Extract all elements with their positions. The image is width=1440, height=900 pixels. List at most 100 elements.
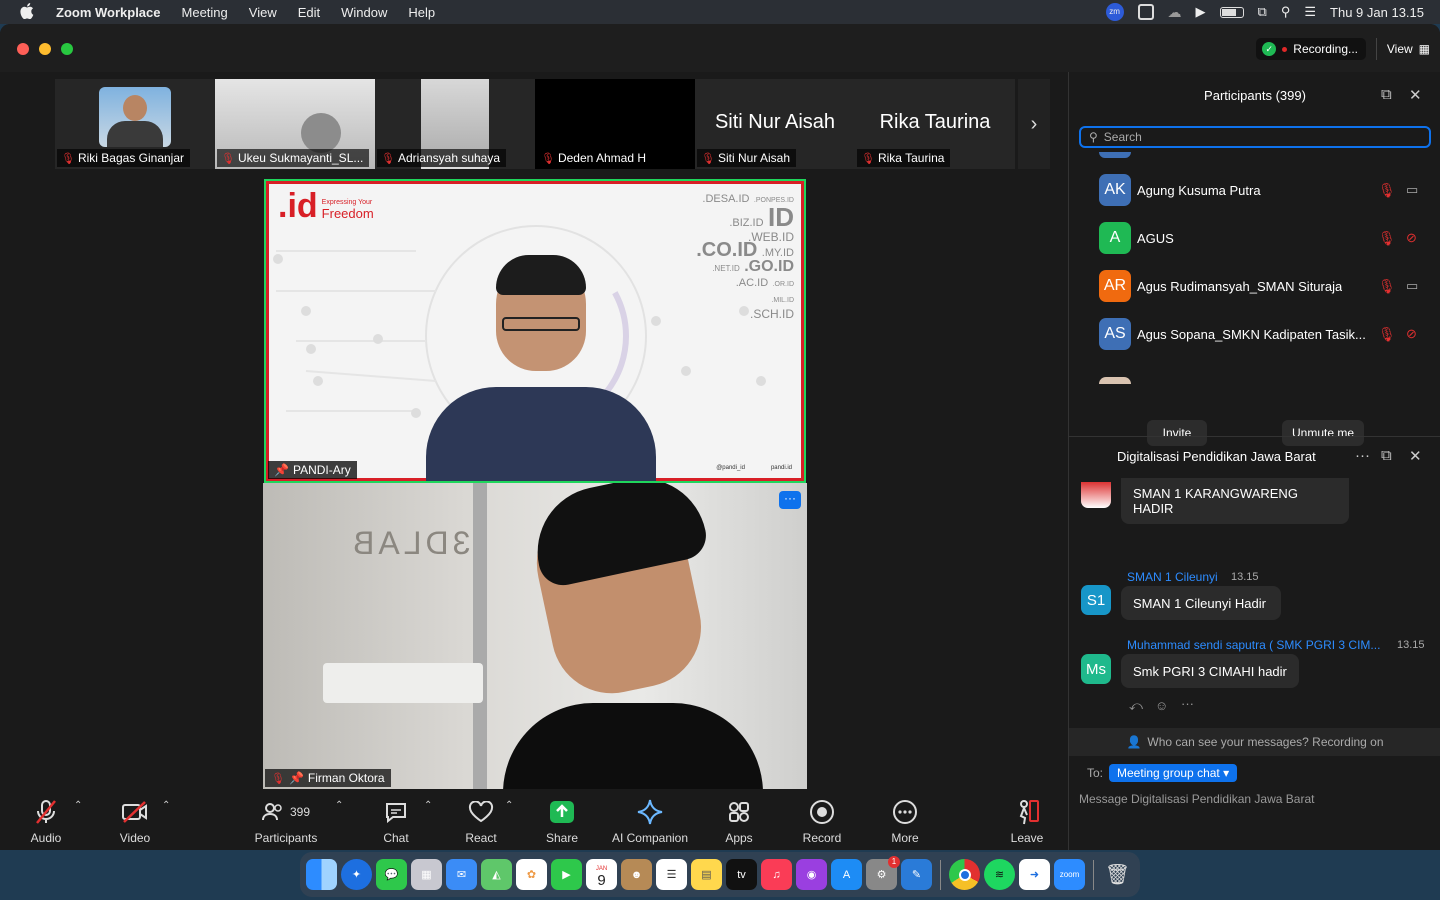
mic-muted-icon[interactable]: 🎙: [1378, 326, 1396, 343]
more-options-icon[interactable]: ···: [1355, 447, 1370, 464]
chat-message-bubble[interactable]: SMAN 1 KARANGWARENG HADIR: [1121, 478, 1349, 524]
close-icon[interactable]: ✕: [1409, 447, 1422, 465]
participant-row[interactable]: A AGUS 🎙 ⊘: [1069, 214, 1440, 262]
participant-row[interactable]: AS Agus Sopana_SMKN Kadipaten Tasik... 🎙…: [1069, 310, 1440, 358]
chat-sender[interactable]: SMAN 1 Cileunyi: [1127, 570, 1218, 584]
share-button[interactable]: Share: [542, 798, 582, 845]
recipient-dropdown[interactable]: Meeting group chat ▾: [1109, 764, 1238, 782]
chat-options-caret[interactable]: ⌃: [424, 800, 432, 811]
participants-options-caret[interactable]: ⌃: [335, 800, 343, 811]
menu-help[interactable]: Help: [408, 5, 435, 20]
chat-button[interactable]: Chat: [376, 798, 416, 845]
chat-privacy-notice[interactable]: 👤 Who can see your messages? Recording o…: [1069, 728, 1440, 756]
mic-muted-icon[interactable]: 🎙: [1378, 278, 1396, 295]
pop-out-icon[interactable]: ⧉: [1381, 86, 1392, 103]
audio-options-caret[interactable]: ⌃: [74, 800, 82, 811]
trash-icon[interactable]: 🗑: [1102, 859, 1133, 890]
camera-off-icon[interactable]: ⊘: [1406, 230, 1417, 246]
chat-message-bubble[interactable]: SMAN 1 Cileunyi Hadir: [1121, 586, 1281, 620]
thumbnail-tile[interactable]: 🎙 Riki Bagas Ginanjar: [55, 79, 215, 169]
thumbnail-tile[interactable]: 🎙 Ukeu Sukmayanti_SL...: [215, 79, 375, 169]
leave-button[interactable]: Leave: [1007, 798, 1047, 845]
react-button[interactable]: React: [461, 798, 501, 845]
speaker-video-firman-oktora[interactable]: 3DLAB ··· 🎙 📌 Firman Oktora: [263, 483, 807, 789]
react-options-caret[interactable]: ⌃: [505, 800, 513, 811]
photos-icon[interactable]: ✿: [516, 859, 547, 890]
facetime-icon[interactable]: ▶: [551, 859, 582, 890]
participant-row[interactable]: AR Agus Rudimansyah_SMAN Situraja 🎙 ▭: [1069, 262, 1440, 310]
zoom-window-button[interactable]: [61, 43, 73, 55]
screen-mirroring-icon[interactable]: ⧉: [1258, 4, 1267, 20]
notes-icon[interactable]: ▤: [691, 859, 722, 890]
view-button[interactable]: View ▦: [1375, 38, 1430, 60]
app-status-icon[interactable]: [1137, 4, 1154, 20]
app-store-icon[interactable]: A: [831, 859, 862, 890]
system-settings-icon[interactable]: ⚙ 1: [866, 856, 900, 890]
menu-app-name[interactable]: Zoom Workplace: [56, 5, 161, 20]
mail-icon[interactable]: ✉: [446, 859, 477, 890]
add-reaction-icon[interactable]: ☺: [1155, 698, 1168, 713]
zoom-icon[interactable]: zoom: [1054, 859, 1085, 890]
reminders-icon[interactable]: ☰: [656, 859, 687, 890]
xcode-icon[interactable]: ✎: [901, 859, 932, 890]
participant-search-input[interactable]: ⚲ Search: [1079, 126, 1431, 148]
thumbnail-tile[interactable]: Rika Taurina 🎙 Rika Taurina: [855, 79, 1015, 169]
maps-icon[interactable]: ◭: [481, 859, 512, 890]
menu-view[interactable]: View: [249, 5, 277, 20]
contacts-icon[interactable]: ☻: [621, 859, 652, 890]
music-icon[interactable]: ♫: [761, 859, 792, 890]
close-icon[interactable]: ✕: [1409, 86, 1422, 104]
mic-muted-icon[interactable]: 🎙: [1378, 182, 1396, 199]
safari-icon[interactable]: ✦: [341, 859, 372, 890]
apps-button[interactable]: Apps: [719, 798, 759, 845]
ai-companion-button[interactable]: AI Companion: [610, 798, 690, 845]
podcasts-icon[interactable]: ◉: [796, 859, 827, 890]
zoom-status-icon[interactable]: zm: [1105, 3, 1124, 21]
more-button[interactable]: More: [885, 798, 925, 845]
apple-tv-icon[interactable]: tv: [726, 859, 757, 890]
camera-off-icon[interactable]: ⊘: [1406, 326, 1417, 342]
thumbnail-tile[interactable]: 🎙 Adriansyah suhaya: [375, 79, 535, 169]
menu-edit[interactable]: Edit: [298, 5, 320, 20]
finder-icon[interactable]: [306, 859, 337, 890]
minimize-window-button[interactable]: [39, 43, 51, 55]
calendar-icon[interactable]: JAN 9: [586, 859, 617, 890]
messages-icon[interactable]: 💬: [376, 859, 407, 890]
reply-icon[interactable]: ⤺: [1129, 698, 1143, 714]
spotlight-search-icon[interactable]: ⚲: [1281, 4, 1291, 20]
recording-indicator[interactable]: ✓ Recording...: [1256, 38, 1366, 60]
chat-sender[interactable]: Muhammad sendi saputra ( SMK PGRI 3 CIM.…: [1127, 638, 1380, 652]
camera-icon[interactable]: ▭: [1406, 182, 1418, 198]
pop-out-icon[interactable]: ⧉: [1381, 447, 1392, 464]
record-button[interactable]: Record: [802, 798, 842, 845]
launchpad-icon[interactable]: ▦: [411, 859, 442, 890]
participant-row[interactable]: AK Agung Kusuma Putra 🎙 ▭: [1069, 166, 1440, 214]
cloud-icon[interactable]: ☁: [1168, 4, 1182, 21]
mic-muted-icon[interactable]: 🎙: [1378, 230, 1396, 247]
video-button[interactable]: Video: [115, 798, 155, 845]
chat-message-text: SMAN 1 Cileunyi Hadir: [1133, 595, 1266, 611]
battery-icon[interactable]: [1219, 6, 1244, 18]
chrome-icon[interactable]: [949, 859, 980, 890]
camera-icon[interactable]: ▭: [1406, 278, 1418, 294]
video-options-button[interactable]: ···: [779, 491, 801, 509]
menu-window[interactable]: Window: [341, 5, 387, 20]
chat-message-input[interactable]: Message Digitalisasi Pendidikan Jawa Bar…: [1079, 792, 1314, 806]
video-options-caret[interactable]: ⌃: [162, 800, 170, 811]
menu-clock[interactable]: Thu 9 Jan 13.15: [1330, 5, 1424, 20]
message-more-icon[interactable]: ···: [1181, 696, 1194, 711]
speaker-video-pandi-ary[interactable]: .id Expressing Your Freedom .DESA.ID .PO…: [264, 179, 806, 483]
chat-message-bubble[interactable]: Smk PGRI 3 CIMAHI hadir: [1121, 654, 1299, 688]
thumbnail-tile[interactable]: 🎙 Deden Ahmad H: [535, 79, 695, 169]
participants-button[interactable]: 399 Participants: [250, 798, 322, 845]
close-window-button[interactable]: [17, 43, 29, 55]
spotify-icon[interactable]: ≋: [984, 859, 1015, 890]
chevron-right-icon[interactable]: ›: [1018, 79, 1050, 169]
play-icon[interactable]: ▶: [1196, 4, 1206, 20]
thumbnail-tile[interactable]: Siti Nur Aisah 🎙 Siti Nur Aisah: [695, 79, 855, 169]
apple-icon[interactable]: [20, 2, 40, 22]
menu-meeting[interactable]: Meeting: [182, 5, 228, 20]
transfer-app-icon[interactable]: ➜: [1019, 859, 1050, 890]
control-center-icon[interactable]: ☰: [1304, 4, 1316, 20]
audio-button[interactable]: Audio: [26, 798, 66, 845]
